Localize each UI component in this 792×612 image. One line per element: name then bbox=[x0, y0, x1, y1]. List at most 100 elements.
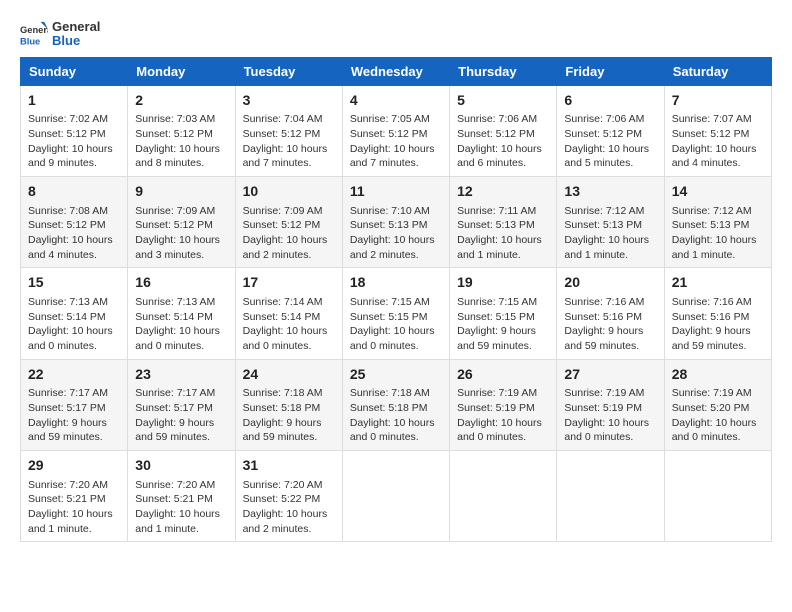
sunset-label: Sunset: 5:12 PM bbox=[350, 128, 428, 140]
week-row-3: 15 Sunrise: 7:13 AM Sunset: 5:14 PM Dayl… bbox=[21, 268, 772, 359]
sunrise-label: Sunrise: 7:02 AM bbox=[28, 113, 108, 125]
sunset-label: Sunset: 5:16 PM bbox=[672, 311, 750, 323]
day-number: 1 bbox=[28, 91, 120, 111]
sunrise-label: Sunrise: 7:18 AM bbox=[350, 387, 430, 399]
day-number: 28 bbox=[672, 365, 764, 385]
week-row-2: 8 Sunrise: 7:08 AM Sunset: 5:12 PM Dayli… bbox=[21, 176, 772, 267]
sunrise-label: Sunrise: 7:14 AM bbox=[243, 296, 323, 308]
daylight-label: Daylight: 10 hours and 6 minutes. bbox=[457, 143, 542, 170]
daylight-label: Daylight: 10 hours and 8 minutes. bbox=[135, 143, 220, 170]
daylight-label: Daylight: 10 hours and 1 minute. bbox=[457, 234, 542, 261]
day-number: 13 bbox=[564, 182, 656, 202]
sunset-label: Sunset: 5:16 PM bbox=[564, 311, 642, 323]
day-number: 17 bbox=[243, 273, 335, 293]
day-number: 8 bbox=[28, 182, 120, 202]
day-cell: 21 Sunrise: 7:16 AM Sunset: 5:16 PM Dayl… bbox=[664, 268, 771, 359]
day-number: 30 bbox=[135, 456, 227, 476]
daylight-label: Daylight: 10 hours and 5 minutes. bbox=[564, 143, 649, 170]
daylight-label: Daylight: 9 hours and 59 minutes. bbox=[28, 417, 107, 444]
week-row-1: 1 Sunrise: 7:02 AM Sunset: 5:12 PM Dayli… bbox=[21, 85, 772, 176]
daylight-label: Daylight: 10 hours and 0 minutes. bbox=[350, 325, 435, 352]
sunrise-label: Sunrise: 7:15 AM bbox=[350, 296, 430, 308]
day-number: 6 bbox=[564, 91, 656, 111]
day-cell: 3 Sunrise: 7:04 AM Sunset: 5:12 PM Dayli… bbox=[235, 85, 342, 176]
day-number: 14 bbox=[672, 182, 764, 202]
daylight-label: Daylight: 10 hours and 2 minutes. bbox=[350, 234, 435, 261]
sunset-label: Sunset: 5:12 PM bbox=[135, 219, 213, 231]
day-number: 19 bbox=[457, 273, 549, 293]
day-number: 11 bbox=[350, 182, 442, 202]
sunrise-label: Sunrise: 7:10 AM bbox=[350, 205, 430, 217]
day-cell: 23 Sunrise: 7:17 AM Sunset: 5:17 PM Dayl… bbox=[128, 359, 235, 450]
day-cell: 16 Sunrise: 7:13 AM Sunset: 5:14 PM Dayl… bbox=[128, 268, 235, 359]
sunrise-label: Sunrise: 7:20 AM bbox=[28, 479, 108, 491]
day-number: 5 bbox=[457, 91, 549, 111]
sunrise-label: Sunrise: 7:20 AM bbox=[243, 479, 323, 491]
day-cell: 5 Sunrise: 7:06 AM Sunset: 5:12 PM Dayli… bbox=[450, 85, 557, 176]
day-number: 12 bbox=[457, 182, 549, 202]
page-header: General Blue General Blue bbox=[20, 20, 772, 49]
day-number: 10 bbox=[243, 182, 335, 202]
daylight-label: Daylight: 9 hours and 59 minutes. bbox=[672, 325, 751, 352]
sunrise-label: Sunrise: 7:08 AM bbox=[28, 205, 108, 217]
sunrise-label: Sunrise: 7:03 AM bbox=[135, 113, 215, 125]
daylight-label: Daylight: 10 hours and 0 minutes. bbox=[457, 417, 542, 444]
sunrise-label: Sunrise: 7:12 AM bbox=[564, 205, 644, 217]
day-cell: 13 Sunrise: 7:12 AM Sunset: 5:13 PM Dayl… bbox=[557, 176, 664, 267]
daylight-label: Daylight: 10 hours and 1 minute. bbox=[672, 234, 757, 261]
day-number: 24 bbox=[243, 365, 335, 385]
sunset-label: Sunset: 5:13 PM bbox=[457, 219, 535, 231]
day-cell bbox=[450, 450, 557, 541]
sunset-label: Sunset: 5:12 PM bbox=[135, 128, 213, 140]
sunset-label: Sunset: 5:14 PM bbox=[135, 311, 213, 323]
day-number: 7 bbox=[672, 91, 764, 111]
daylight-label: Daylight: 10 hours and 4 minutes. bbox=[672, 143, 757, 170]
day-cell: 26 Sunrise: 7:19 AM Sunset: 5:19 PM Dayl… bbox=[450, 359, 557, 450]
daylight-label: Daylight: 10 hours and 0 minutes. bbox=[672, 417, 757, 444]
sunset-label: Sunset: 5:22 PM bbox=[243, 493, 321, 505]
sunset-label: Sunset: 5:12 PM bbox=[243, 219, 321, 231]
day-cell: 27 Sunrise: 7:19 AM Sunset: 5:19 PM Dayl… bbox=[557, 359, 664, 450]
day-cell: 9 Sunrise: 7:09 AM Sunset: 5:12 PM Dayli… bbox=[128, 176, 235, 267]
day-cell: 15 Sunrise: 7:13 AM Sunset: 5:14 PM Dayl… bbox=[21, 268, 128, 359]
day-number: 9 bbox=[135, 182, 227, 202]
sunrise-label: Sunrise: 7:06 AM bbox=[457, 113, 537, 125]
svg-text:General: General bbox=[20, 25, 48, 35]
day-cell: 17 Sunrise: 7:14 AM Sunset: 5:14 PM Dayl… bbox=[235, 268, 342, 359]
daylight-label: Daylight: 10 hours and 0 minutes. bbox=[135, 325, 220, 352]
day-number: 15 bbox=[28, 273, 120, 293]
logo-icon: General Blue bbox=[20, 20, 48, 48]
daylight-label: Daylight: 10 hours and 3 minutes. bbox=[135, 234, 220, 261]
sunrise-label: Sunrise: 7:18 AM bbox=[243, 387, 323, 399]
sunset-label: Sunset: 5:18 PM bbox=[243, 402, 321, 414]
day-cell: 1 Sunrise: 7:02 AM Sunset: 5:12 PM Dayli… bbox=[21, 85, 128, 176]
sunset-label: Sunset: 5:13 PM bbox=[350, 219, 428, 231]
sunrise-label: Sunrise: 7:16 AM bbox=[564, 296, 644, 308]
day-cell bbox=[664, 450, 771, 541]
day-cell: 25 Sunrise: 7:18 AM Sunset: 5:18 PM Dayl… bbox=[342, 359, 449, 450]
sunset-label: Sunset: 5:13 PM bbox=[672, 219, 750, 231]
week-row-5: 29 Sunrise: 7:20 AM Sunset: 5:21 PM Dayl… bbox=[21, 450, 772, 541]
sunrise-label: Sunrise: 7:19 AM bbox=[672, 387, 752, 399]
sunset-label: Sunset: 5:12 PM bbox=[243, 128, 321, 140]
sunrise-label: Sunrise: 7:19 AM bbox=[457, 387, 537, 399]
sunrise-label: Sunrise: 7:16 AM bbox=[672, 296, 752, 308]
day-cell: 14 Sunrise: 7:12 AM Sunset: 5:13 PM Dayl… bbox=[664, 176, 771, 267]
sunset-label: Sunset: 5:17 PM bbox=[28, 402, 106, 414]
day-cell: 22 Sunrise: 7:17 AM Sunset: 5:17 PM Dayl… bbox=[21, 359, 128, 450]
day-cell: 8 Sunrise: 7:08 AM Sunset: 5:12 PM Dayli… bbox=[21, 176, 128, 267]
daylight-label: Daylight: 10 hours and 0 minutes. bbox=[564, 417, 649, 444]
sunrise-label: Sunrise: 7:13 AM bbox=[28, 296, 108, 308]
day-number: 23 bbox=[135, 365, 227, 385]
day-cell: 6 Sunrise: 7:06 AM Sunset: 5:12 PM Dayli… bbox=[557, 85, 664, 176]
day-number: 20 bbox=[564, 273, 656, 293]
sunset-label: Sunset: 5:15 PM bbox=[457, 311, 535, 323]
daylight-label: Daylight: 10 hours and 0 minutes. bbox=[28, 325, 113, 352]
sunset-label: Sunset: 5:19 PM bbox=[457, 402, 535, 414]
col-header-friday: Friday bbox=[557, 57, 664, 85]
day-cell bbox=[342, 450, 449, 541]
sunrise-label: Sunrise: 7:13 AM bbox=[135, 296, 215, 308]
sunrise-label: Sunrise: 7:09 AM bbox=[135, 205, 215, 217]
col-header-saturday: Saturday bbox=[664, 57, 771, 85]
daylight-label: Daylight: 9 hours and 59 minutes. bbox=[457, 325, 536, 352]
